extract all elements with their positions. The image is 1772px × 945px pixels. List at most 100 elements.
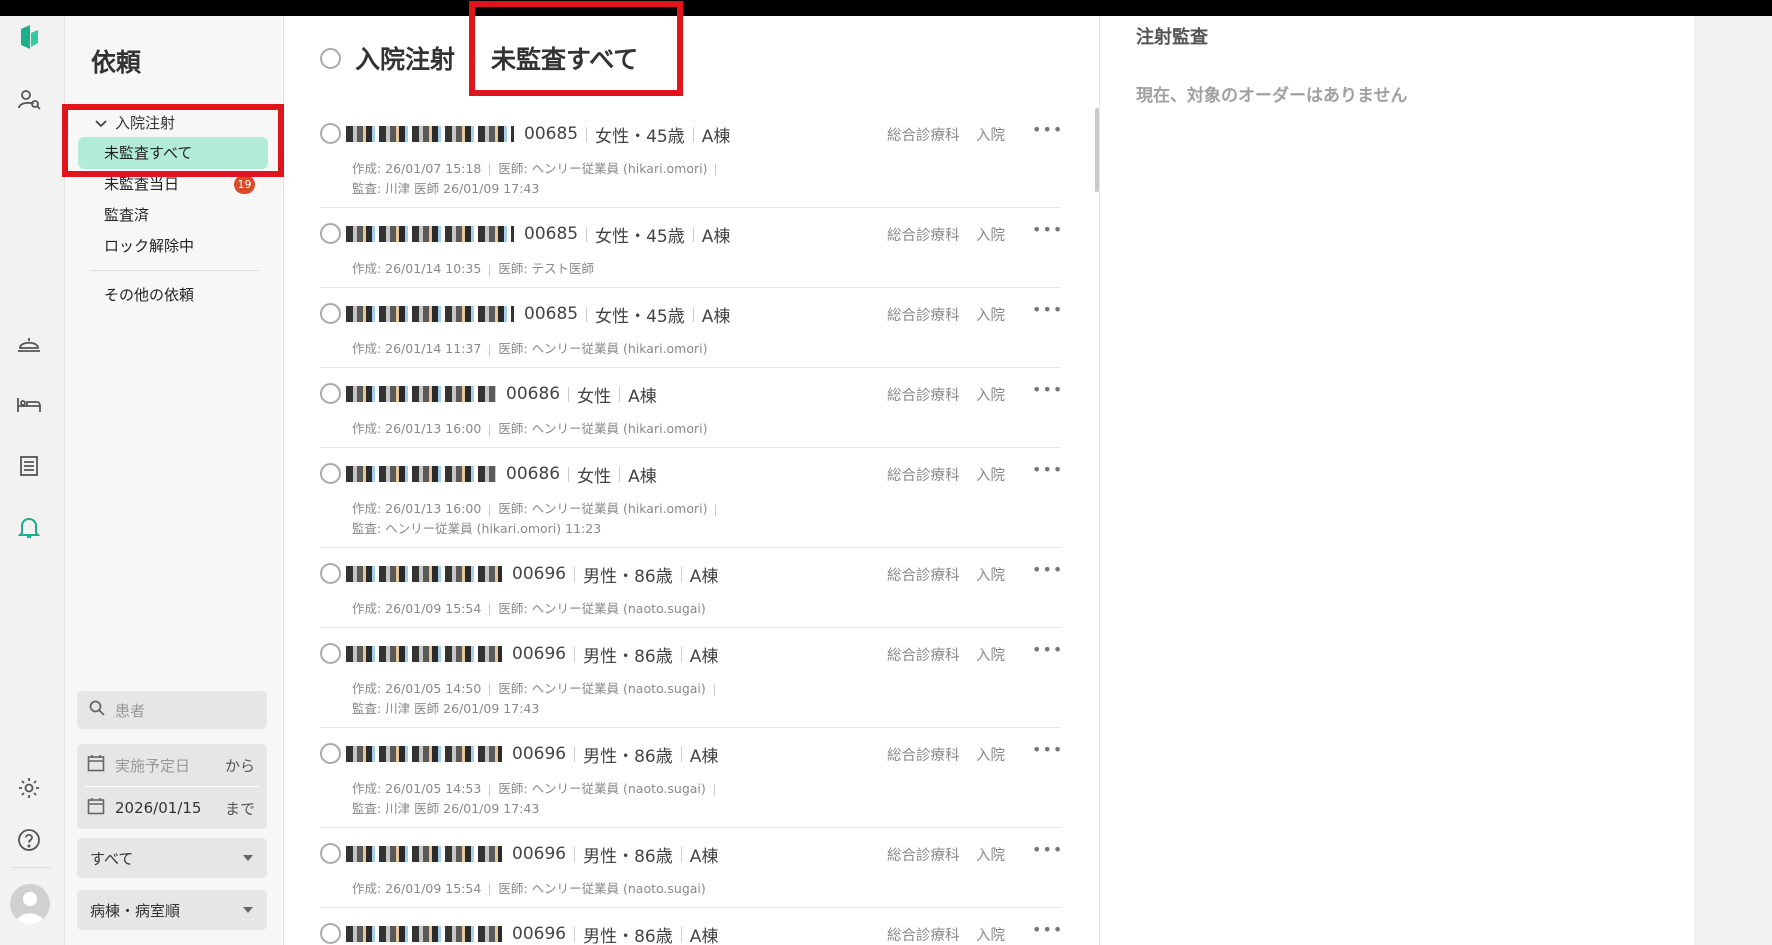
more-options-icon[interactable]: ••• [1032, 300, 1063, 319]
sidebar-item-other-requests[interactable]: その他の依頼 [78, 279, 268, 311]
order-row[interactable]: 00685 女性・45歳 A棟 作成: 26/01/14 11:37 医師: ヘンリー従… [320, 288, 1063, 368]
patient-id: 00686 [506, 464, 561, 484]
doctor: 医師: ヘンリー従業員 (naoto.sugai) [498, 681, 706, 696]
row-checkbox[interactable] [320, 303, 341, 324]
highlight-box-sidebar [62, 104, 284, 177]
order-meta: 作成: 26/01/07 15:18 医師: ヘンリー従業員 (hikari.om… [352, 158, 724, 177]
order-meta: 作成: 26/01/14 11:37 医師: ヘンリー従業員 (hikari.om… [352, 338, 707, 357]
settings-icon[interactable] [16, 775, 42, 801]
divider [574, 646, 576, 662]
patient-id: 00696 [512, 644, 567, 664]
patient-id: 00696 [512, 564, 567, 584]
patient-sex-age: 男性・86歳 [583, 566, 673, 587]
row-checkbox[interactable] [320, 743, 341, 764]
bed-icon[interactable] [16, 392, 42, 418]
more-options-icon[interactable]: ••• [1032, 740, 1063, 759]
sort-select[interactable]: 病棟・病室順 [77, 890, 267, 930]
divider [489, 883, 491, 896]
more-options-icon[interactable]: ••• [1032, 560, 1063, 579]
patient-ward: A棟 [701, 226, 731, 247]
patient-name-redacted [346, 566, 502, 582]
patient-id: 00685 [524, 124, 579, 144]
more-options-icon[interactable]: ••• [1032, 120, 1063, 139]
meal-cloche-icon[interactable] [16, 331, 42, 357]
avatar-icon[interactable] [10, 884, 50, 924]
row-checkbox[interactable] [320, 123, 341, 144]
breadcrumb-root[interactable]: 入院注射 [355, 40, 455, 76]
order-summary: 00696 男性・86歳 A棟 [346, 922, 718, 945]
admission-type: 入院 [976, 748, 1005, 764]
filter-select[interactable]: すべて [77, 838, 267, 878]
admission-type: 入院 [976, 228, 1005, 244]
more-options-icon[interactable]: ••• [1032, 380, 1063, 399]
order-row[interactable]: 00685 女性・45歳 A棟 作成: 26/01/07 15:18 医師: ヘンリー従… [320, 108, 1063, 208]
department: 総合診療科 [887, 468, 960, 484]
document-list-icon[interactable] [16, 453, 42, 479]
department: 総合診療科 [887, 308, 960, 324]
row-checkbox[interactable] [320, 563, 341, 584]
more-options-icon[interactable]: ••• [1032, 640, 1063, 659]
divider [713, 683, 715, 696]
divider [692, 306, 694, 322]
divider [715, 163, 717, 176]
divider [489, 683, 491, 696]
patient-name-redacted [346, 846, 502, 862]
order-summary: 00685 女性・45歳 A棟 [346, 222, 731, 247]
row-checkbox[interactable] [320, 383, 341, 404]
select-all-checkbox[interactable] [320, 47, 341, 69]
patient-sex-age: 女性・45歳 [595, 226, 685, 247]
created-at: 作成: 26/01/05 14:50 [352, 681, 482, 696]
row-checkbox[interactable] [320, 843, 341, 864]
more-options-icon[interactable]: ••• [1032, 460, 1063, 479]
more-options-icon[interactable]: ••• [1032, 920, 1063, 939]
row-checkbox[interactable] [320, 463, 341, 484]
order-row[interactable]: 00696 男性・86歳 A棟 作成: 26/01/09 15:54 医師: ヘンリー従… [320, 828, 1063, 908]
row-checkbox[interactable] [320, 643, 341, 664]
patient-id: 00685 [524, 224, 579, 244]
date-from-field[interactable]: 実施予定日 から [77, 744, 267, 786]
row-checkbox[interactable] [320, 223, 341, 244]
row-checkbox[interactable] [320, 923, 341, 944]
department: 総合診療科 [887, 128, 960, 144]
doctor: 医師: ヘンリー従業員 (naoto.sugai) [498, 881, 706, 896]
logo-icon[interactable] [16, 24, 42, 50]
empty-message: 現在、対象のオーダーはありません [1136, 86, 1408, 106]
order-row[interactable]: 00686 女性 A棟 作成: 26/01/13 16:00 医師: ヘンリー従業員 (… [320, 448, 1063, 548]
patient-name-redacted [346, 646, 502, 662]
audit-info: 監査: 川津 医師 26/01/09 17:43 [352, 181, 540, 196]
order-row[interactable]: 00696 男性・86歳 A棟 作成: 26/01/05 14:53 医師: ヘンリー従… [320, 728, 1063, 828]
order-row[interactable]: 00696 男性・86歳 A棟 作成: 26/01/09 15:54 医師: ヘンリー従… [320, 548, 1063, 628]
top-black-bar [0, 0, 1772, 16]
order-meta: 作成: 26/01/13 16:00 医師: ヘンリー従業員 (hikari.om… [352, 418, 707, 437]
order-row[interactable]: 00696 男性・86歳 A棟 作成: 26/01/05 14:50 医師: ヘンリー従… [320, 628, 1063, 728]
date-from-placeholder: 実施予定日 [115, 756, 191, 775]
order-row[interactable]: 00696 男性・86歳 A棟 総合診療科 入院 ••• [320, 908, 1063, 945]
patient-ward: A棟 [689, 926, 719, 945]
order-summary: 00686 女性 A棟 [346, 462, 657, 487]
patient-search-input[interactable]: 患者 [77, 691, 267, 729]
admission-type: 入院 [976, 388, 1005, 404]
patient-search-icon[interactable] [16, 86, 42, 112]
bell-icon[interactable] [16, 515, 42, 541]
divider [680, 746, 682, 762]
more-options-icon[interactable]: ••• [1032, 220, 1063, 239]
patient-ward: A棟 [701, 306, 731, 327]
patient-name-redacted [346, 926, 502, 942]
admission-type: 入院 [976, 568, 1005, 584]
search-placeholder: 患者 [115, 701, 146, 720]
order-meta: 作成: 26/01/09 15:54 医師: ヘンリー従業員 (naoto.sug… [352, 598, 706, 617]
date-to-field[interactable]: 2026/01/15 まで [77, 787, 267, 829]
sidebar-item-unlocked[interactable]: ロック解除中 [78, 230, 268, 262]
divider [568, 466, 570, 482]
sidebar-item-label: 監査済 [104, 206, 150, 224]
doctor: 医師: ヘンリー従業員 (hikari.omori) [498, 341, 708, 356]
order-meta: 作成: 26/01/05 14:53 医師: ヘンリー従業員 (naoto.sug… [352, 778, 723, 797]
order-row[interactable]: 00686 女性 A棟 作成: 26/01/13 16:00 医師: ヘンリー従業員 (… [320, 368, 1063, 448]
divider [489, 503, 491, 516]
department: 総合診療科 [887, 748, 960, 764]
order-row[interactable]: 00685 女性・45歳 A棟 作成: 26/01/14 10:35 医師: テスト医師… [320, 208, 1063, 288]
more-options-icon[interactable]: ••• [1032, 840, 1063, 859]
patient-ward: A棟 [628, 386, 657, 407]
sidebar-item-audited[interactable]: 監査済 [78, 199, 268, 231]
help-icon[interactable] [16, 827, 42, 853]
